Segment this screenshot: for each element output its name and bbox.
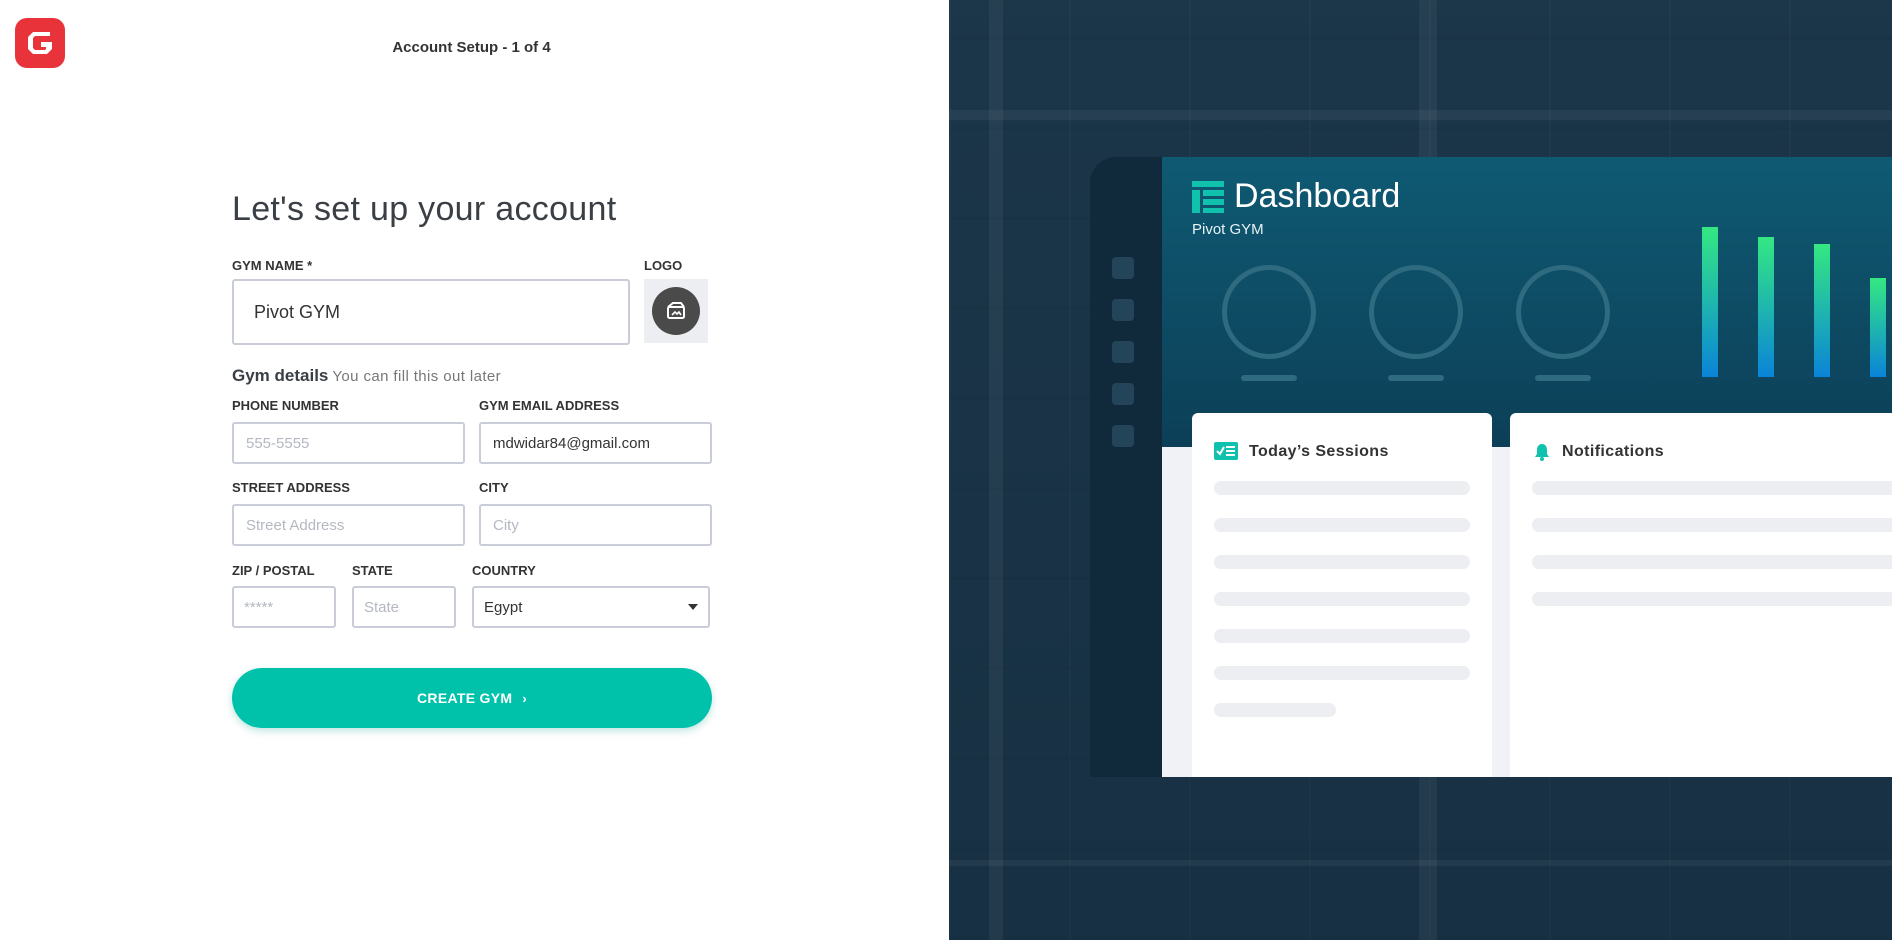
bg-beam (949, 860, 1892, 866)
sessions-card: Today’s Sessions (1192, 413, 1492, 777)
zip-label: ZIP / POSTAL (232, 563, 315, 578)
state-label: STATE (352, 563, 393, 578)
country-select[interactable]: Egypt (472, 586, 710, 628)
skeleton-line (1532, 555, 1892, 569)
gym-details-heading: Gym details You can fill this out later (232, 366, 501, 386)
bg-pillar (989, 0, 1003, 940)
setup-panel: Account Setup - 1 of 4 Let's set up your… (0, 0, 949, 940)
city-input[interactable]: City (479, 504, 712, 546)
chevron-right-icon: › (522, 690, 527, 706)
stat-ring (1222, 265, 1316, 359)
step-indicator: Account Setup - 1 of 4 (392, 39, 551, 56)
create-gym-button[interactable]: CREATE GYM › (232, 668, 712, 728)
email-input[interactable]: mdwidar84@gmail.com (479, 422, 712, 464)
bell-icon (1535, 444, 1549, 461)
dashboard-mockup: Dashboard Pivot GYM Today’s Sessions Not… (1090, 157, 1892, 777)
sidebar-item-icon (1112, 257, 1134, 279)
phone-label: PHONE NUMBER (232, 398, 339, 413)
mock-header: Dashboard Pivot GYM (1162, 157, 1892, 447)
sidebar-item-icon (1112, 299, 1134, 321)
state-input[interactable]: State (352, 586, 456, 628)
dashboard-preview-panel: Dashboard Pivot GYM Today’s Sessions Not… (949, 0, 1892, 940)
logo-label: LOGO (644, 258, 683, 273)
stat-ring (1516, 265, 1610, 359)
city-label: CITY (479, 480, 509, 495)
mini-bar-chart (1702, 227, 1892, 377)
chart-bar (1870, 278, 1886, 377)
skeleton-line (1214, 666, 1470, 680)
skeleton-line (1214, 555, 1470, 569)
notifications-card: Notifications (1510, 413, 1892, 777)
checklist-icon (1214, 442, 1238, 460)
mock-main: Dashboard Pivot GYM Today’s Sessions Not… (1162, 157, 1892, 777)
dashboard-icon (1192, 181, 1224, 213)
skeleton-line (1532, 592, 1892, 606)
page-title: Let's set up your account (232, 190, 617, 228)
skeleton-line (1214, 481, 1470, 495)
gym-name-label: GYM NAME * (232, 258, 313, 273)
mock-sidebar (1090, 157, 1162, 777)
dashboard-gym-name: Pivot GYM (1192, 221, 1264, 238)
sidebar-item-icon (1112, 425, 1134, 447)
dashboard-title: Dashboard (1234, 177, 1401, 215)
stat-placeholder (1388, 375, 1444, 381)
zip-input[interactable]: ***** (232, 586, 336, 628)
stat-placeholder (1241, 375, 1297, 381)
gym-name-input[interactable]: Pivot GYM (232, 279, 630, 345)
create-gym-label: CREATE GYM (417, 690, 513, 706)
street-input[interactable]: Street Address (232, 504, 465, 546)
skeleton-line (1214, 629, 1470, 643)
stat-ring (1369, 265, 1463, 359)
account-form: Let's set up your account (232, 190, 712, 229)
skeleton-line (1532, 518, 1892, 532)
sidebar-item-icon (1112, 341, 1134, 363)
chart-bar (1702, 227, 1718, 377)
chevron-down-icon (688, 604, 698, 610)
phone-input[interactable]: 555-5555 (232, 422, 465, 464)
country-label: COUNTRY (472, 563, 536, 578)
sessions-card-title: Today’s Sessions (1249, 443, 1389, 460)
email-label: GYM EMAIL ADDRESS (479, 398, 620, 413)
skeleton-line (1532, 481, 1892, 495)
chart-bar (1814, 244, 1830, 377)
street-label: STREET ADDRESS (232, 480, 350, 495)
stat-placeholder (1535, 375, 1591, 381)
gym-details-subtitle: You can fill this out later (332, 368, 502, 385)
skeleton-line (1214, 518, 1470, 532)
logo-upload-button[interactable] (644, 279, 708, 343)
skeleton-line (1214, 703, 1336, 717)
bg-beam (949, 110, 1892, 120)
notifications-card-title: Notifications (1562, 443, 1665, 460)
sidebar-item-icon (1112, 383, 1134, 405)
chart-bar (1758, 237, 1774, 377)
gym-details-title: Gym details (232, 366, 329, 385)
upload-image-icon (652, 287, 700, 335)
skeleton-line (1214, 592, 1470, 606)
country-value: Egypt (484, 598, 523, 616)
